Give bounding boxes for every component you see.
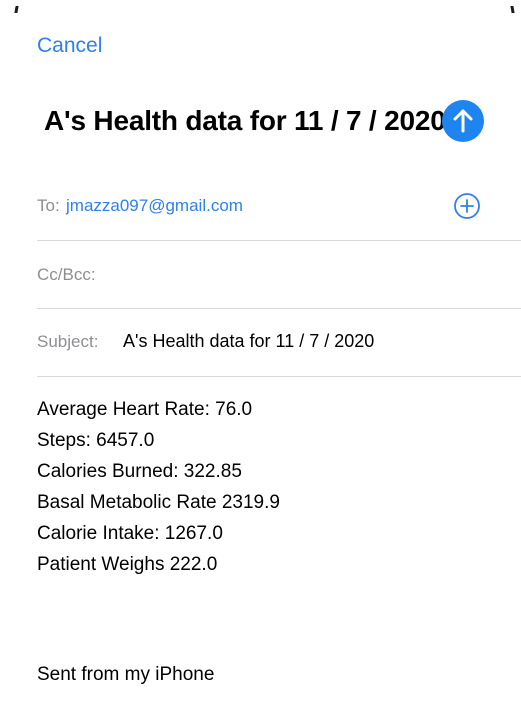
cancel-button[interactable]: Cancel: [37, 33, 102, 59]
to-row[interactable]: To: jmazza097@gmail.com: [37, 186, 521, 241]
send-button[interactable]: [442, 100, 484, 142]
window-corner-left: [14, 6, 19, 13]
plus-circle-icon: [454, 193, 480, 219]
body-line: Basal Metabolic Rate 2319.9: [37, 492, 280, 513]
to-label: To:: [37, 196, 60, 215]
body-line: Average Heart Rate: 76.0: [37, 399, 253, 420]
email-signature: Sent from my iPhone: [37, 664, 215, 685]
add-recipient-button[interactable]: [453, 192, 481, 220]
cc-bcc-field[interactable]: Cc/Bcc:: [37, 241, 521, 309]
cc-bcc-label: Cc/Bcc:: [37, 265, 96, 284]
body-line: Steps: 6457.0: [37, 430, 155, 451]
subject-field[interactable]: Subject: A's Health data for 11 / 7 / 20…: [37, 309, 521, 377]
body-line: Patient Weighs 222.0: [37, 554, 218, 575]
window-corner-right: [510, 6, 515, 13]
body-line: Calorie Intake: 1267.0: [37, 523, 223, 544]
message-body[interactable]: Average Heart Rate: 76.0 Steps: 6457.0 C…: [37, 394, 280, 580]
recipient-token[interactable]: jmazza097@gmail.com: [66, 196, 243, 216]
compose-title: A's Health data for 11 / 7 / 2020: [44, 105, 446, 136]
subject-value: A's Health data for 11 / 7 / 2020: [123, 331, 375, 351]
arrow-up-icon: [453, 109, 473, 133]
subject-label: Subject:: [37, 332, 99, 351]
body-line: Calories Burned: 322.85: [37, 461, 242, 482]
